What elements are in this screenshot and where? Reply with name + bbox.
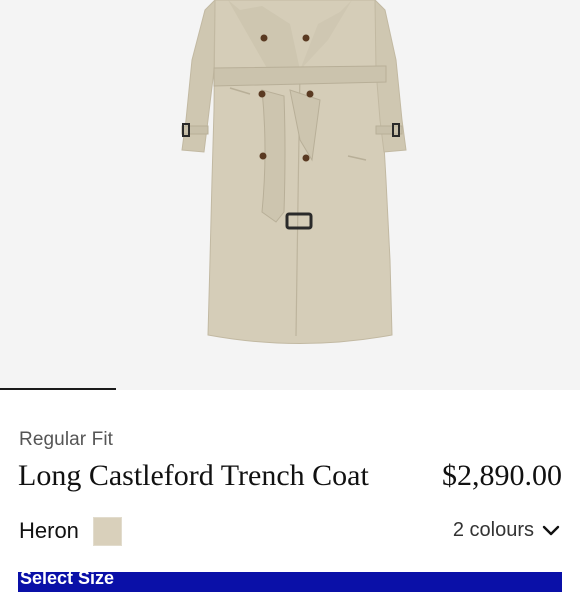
select-size-button[interactable]: Select Size [18,572,562,592]
product-image[interactable] [0,0,580,390]
product-price: $2,890.00 [442,459,562,492]
chevron-down-icon [542,525,560,537]
select-size-label: Select Size [20,572,115,588]
colour-selector[interactable]: 2 colours [453,519,560,542]
trench-coat-image [181,0,407,344]
product-title: Long Castleford Trench Coat [18,459,369,492]
fit-label: Regular Fit [19,429,114,450]
colour-swatch[interactable] [93,517,122,546]
carousel-indicator [0,388,116,390]
colour-name: Heron [19,518,79,543]
colour-count-label: 2 colours [452,519,534,541]
